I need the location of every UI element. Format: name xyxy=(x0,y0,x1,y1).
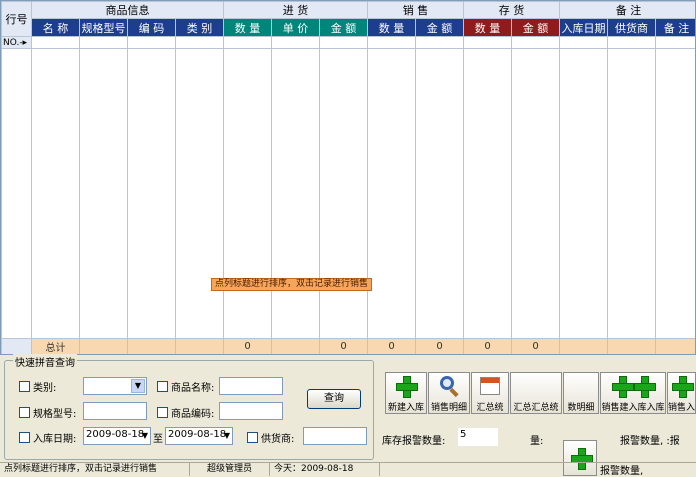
group-header-stock: 存 货 xyxy=(464,2,560,19)
total-stock-amount: 0 xyxy=(512,339,560,355)
total-row: 总计 0 0 0 0 0 0 xyxy=(2,339,696,355)
group-header-remarks: 备 注 xyxy=(560,2,696,19)
summary-button[interactable]: 汇总统 xyxy=(471,372,509,414)
category-select[interactable]: ▼ xyxy=(83,377,147,395)
summary-report-button[interactable]: 汇总汇总统 xyxy=(510,372,562,414)
supplier-checkbox[interactable] xyxy=(247,432,258,443)
date-to-input[interactable]: 2009-08-18▼ xyxy=(165,427,233,445)
column-header-supplier[interactable]: 供货商 xyxy=(608,19,656,37)
plus-icon xyxy=(611,375,655,397)
product-name-input[interactable] xyxy=(219,377,283,395)
sales-stock-button[interactable]: 销售建入库入库 xyxy=(600,372,666,414)
row-number-header: 行号 xyxy=(2,2,32,37)
total-stock-qty: 0 xyxy=(464,339,512,355)
spec-checkbox[interactable] xyxy=(19,407,30,418)
date-to-label: 至 xyxy=(153,430,163,445)
quick-query-panel: 快速拼音查询 类别: ▼ 商品名称: 规格型号: 商品编码: 入库日期: 200… xyxy=(4,360,374,460)
stock-alert-label: 库存报警数量: xyxy=(382,432,445,447)
column-header-category[interactable]: 类 别 xyxy=(176,19,224,37)
column-header-stock-amount[interactable]: 金 额 xyxy=(512,19,560,37)
column-header-in-date[interactable]: 入库日期 xyxy=(560,19,608,37)
quick-query-title: 快速拼音查询 xyxy=(13,354,77,369)
magnifier-icon xyxy=(438,375,460,397)
status-bar: 点列标题进行排序，双击记录进行销售 超级管理员 今天：2009-08-18 xyxy=(0,462,696,476)
column-header-purchase-amount[interactable]: 金 额 xyxy=(320,19,368,37)
data-grid[interactable]: 行号 商品信息 进 货 销 售 存 货 备 注 名 称 规格型号 编 码 类 别… xyxy=(0,0,696,355)
sales-detail-button[interactable]: 销售明细 xyxy=(428,372,470,414)
column-header-stock-qty[interactable]: 数 量 xyxy=(464,19,512,37)
total-sales-qty: 0 xyxy=(368,339,416,355)
plus-icon xyxy=(395,375,417,397)
column-header-purchase-price[interactable]: 单 价 xyxy=(272,19,320,37)
column-header-spec[interactable]: 规格型号 xyxy=(80,19,128,37)
total-label: 总计 xyxy=(32,339,80,355)
group-header-purchase: 进 货 xyxy=(224,2,368,19)
code-input[interactable] xyxy=(219,402,283,420)
code-filter[interactable]: 商品编码: xyxy=(157,405,214,420)
date-filter[interactable]: 入库日期: xyxy=(19,430,76,445)
date-from-input[interactable]: 2009-08-18▼ xyxy=(83,427,151,445)
category-checkbox[interactable] xyxy=(19,381,30,392)
action-toolbar: 新建入库 销售明细 汇总统 汇总汇总统 数明细 销售建入库入库 销售入 xyxy=(385,372,696,414)
spec-filter[interactable]: 规格型号: xyxy=(19,405,76,420)
detail-button[interactable]: 数明细 xyxy=(563,372,599,414)
detail-icon xyxy=(570,375,592,397)
qty-label: 量: xyxy=(530,432,543,447)
alert-label-2: 报警数量, :报 xyxy=(620,432,680,447)
stock-alert-input[interactable]: 5 xyxy=(458,428,498,446)
new-row-marker[interactable]: NO.-▸ xyxy=(2,37,32,49)
sales-in-button[interactable]: 销售入 xyxy=(667,372,696,414)
column-header-purchase-qty[interactable]: 数 量 xyxy=(224,19,272,37)
chevron-down-icon[interactable]: ▼ xyxy=(224,431,230,440)
spec-input[interactable] xyxy=(83,402,147,420)
total-purchase-qty: 0 xyxy=(224,339,272,355)
status-hint: 点列标题进行排序，双击记录进行销售 xyxy=(0,463,190,476)
report-icon xyxy=(525,375,547,397)
total-purchase-amount: 0 xyxy=(320,339,368,355)
sort-hint-tooltip: 点列标题进行排序，双击记录进行销售 xyxy=(211,278,372,291)
calendar-icon xyxy=(479,375,501,397)
new-stock-button[interactable]: 新建入库 xyxy=(385,372,427,414)
group-header-sales: 销 售 xyxy=(368,2,464,19)
supplier-filter[interactable]: 供货商: xyxy=(247,430,294,445)
plus-icon xyxy=(671,375,693,397)
search-button[interactable]: 查询 xyxy=(307,389,361,409)
total-sales-amount: 0 xyxy=(416,339,464,355)
status-date: 今天：2009-08-18 xyxy=(270,463,380,476)
column-header-name[interactable]: 名 称 xyxy=(32,19,80,37)
supplier-input[interactable] xyxy=(303,427,367,445)
status-user: 超级管理员 xyxy=(190,463,270,476)
group-header-product: 商品信息 xyxy=(32,2,224,19)
grid-table: 行号 商品信息 进 货 销 售 存 货 备 注 名 称 规格型号 编 码 类 别… xyxy=(1,1,696,355)
product-name-filter[interactable]: 商品名称: xyxy=(157,379,214,394)
chevron-down-icon[interactable]: ▼ xyxy=(131,379,145,393)
date-checkbox[interactable] xyxy=(19,432,30,443)
category-filter[interactable]: 类别: xyxy=(19,379,56,394)
column-header-sales-amount[interactable]: 金 额 xyxy=(416,19,464,37)
code-checkbox[interactable] xyxy=(157,407,168,418)
chevron-down-icon[interactable]: ▼ xyxy=(142,431,148,440)
column-header-sales-qty[interactable]: 数 量 xyxy=(368,19,416,37)
column-header-remarks[interactable]: 备 注 xyxy=(656,19,696,37)
product-name-checkbox[interactable] xyxy=(157,381,168,392)
column-header-code[interactable]: 编 码 xyxy=(128,19,176,37)
